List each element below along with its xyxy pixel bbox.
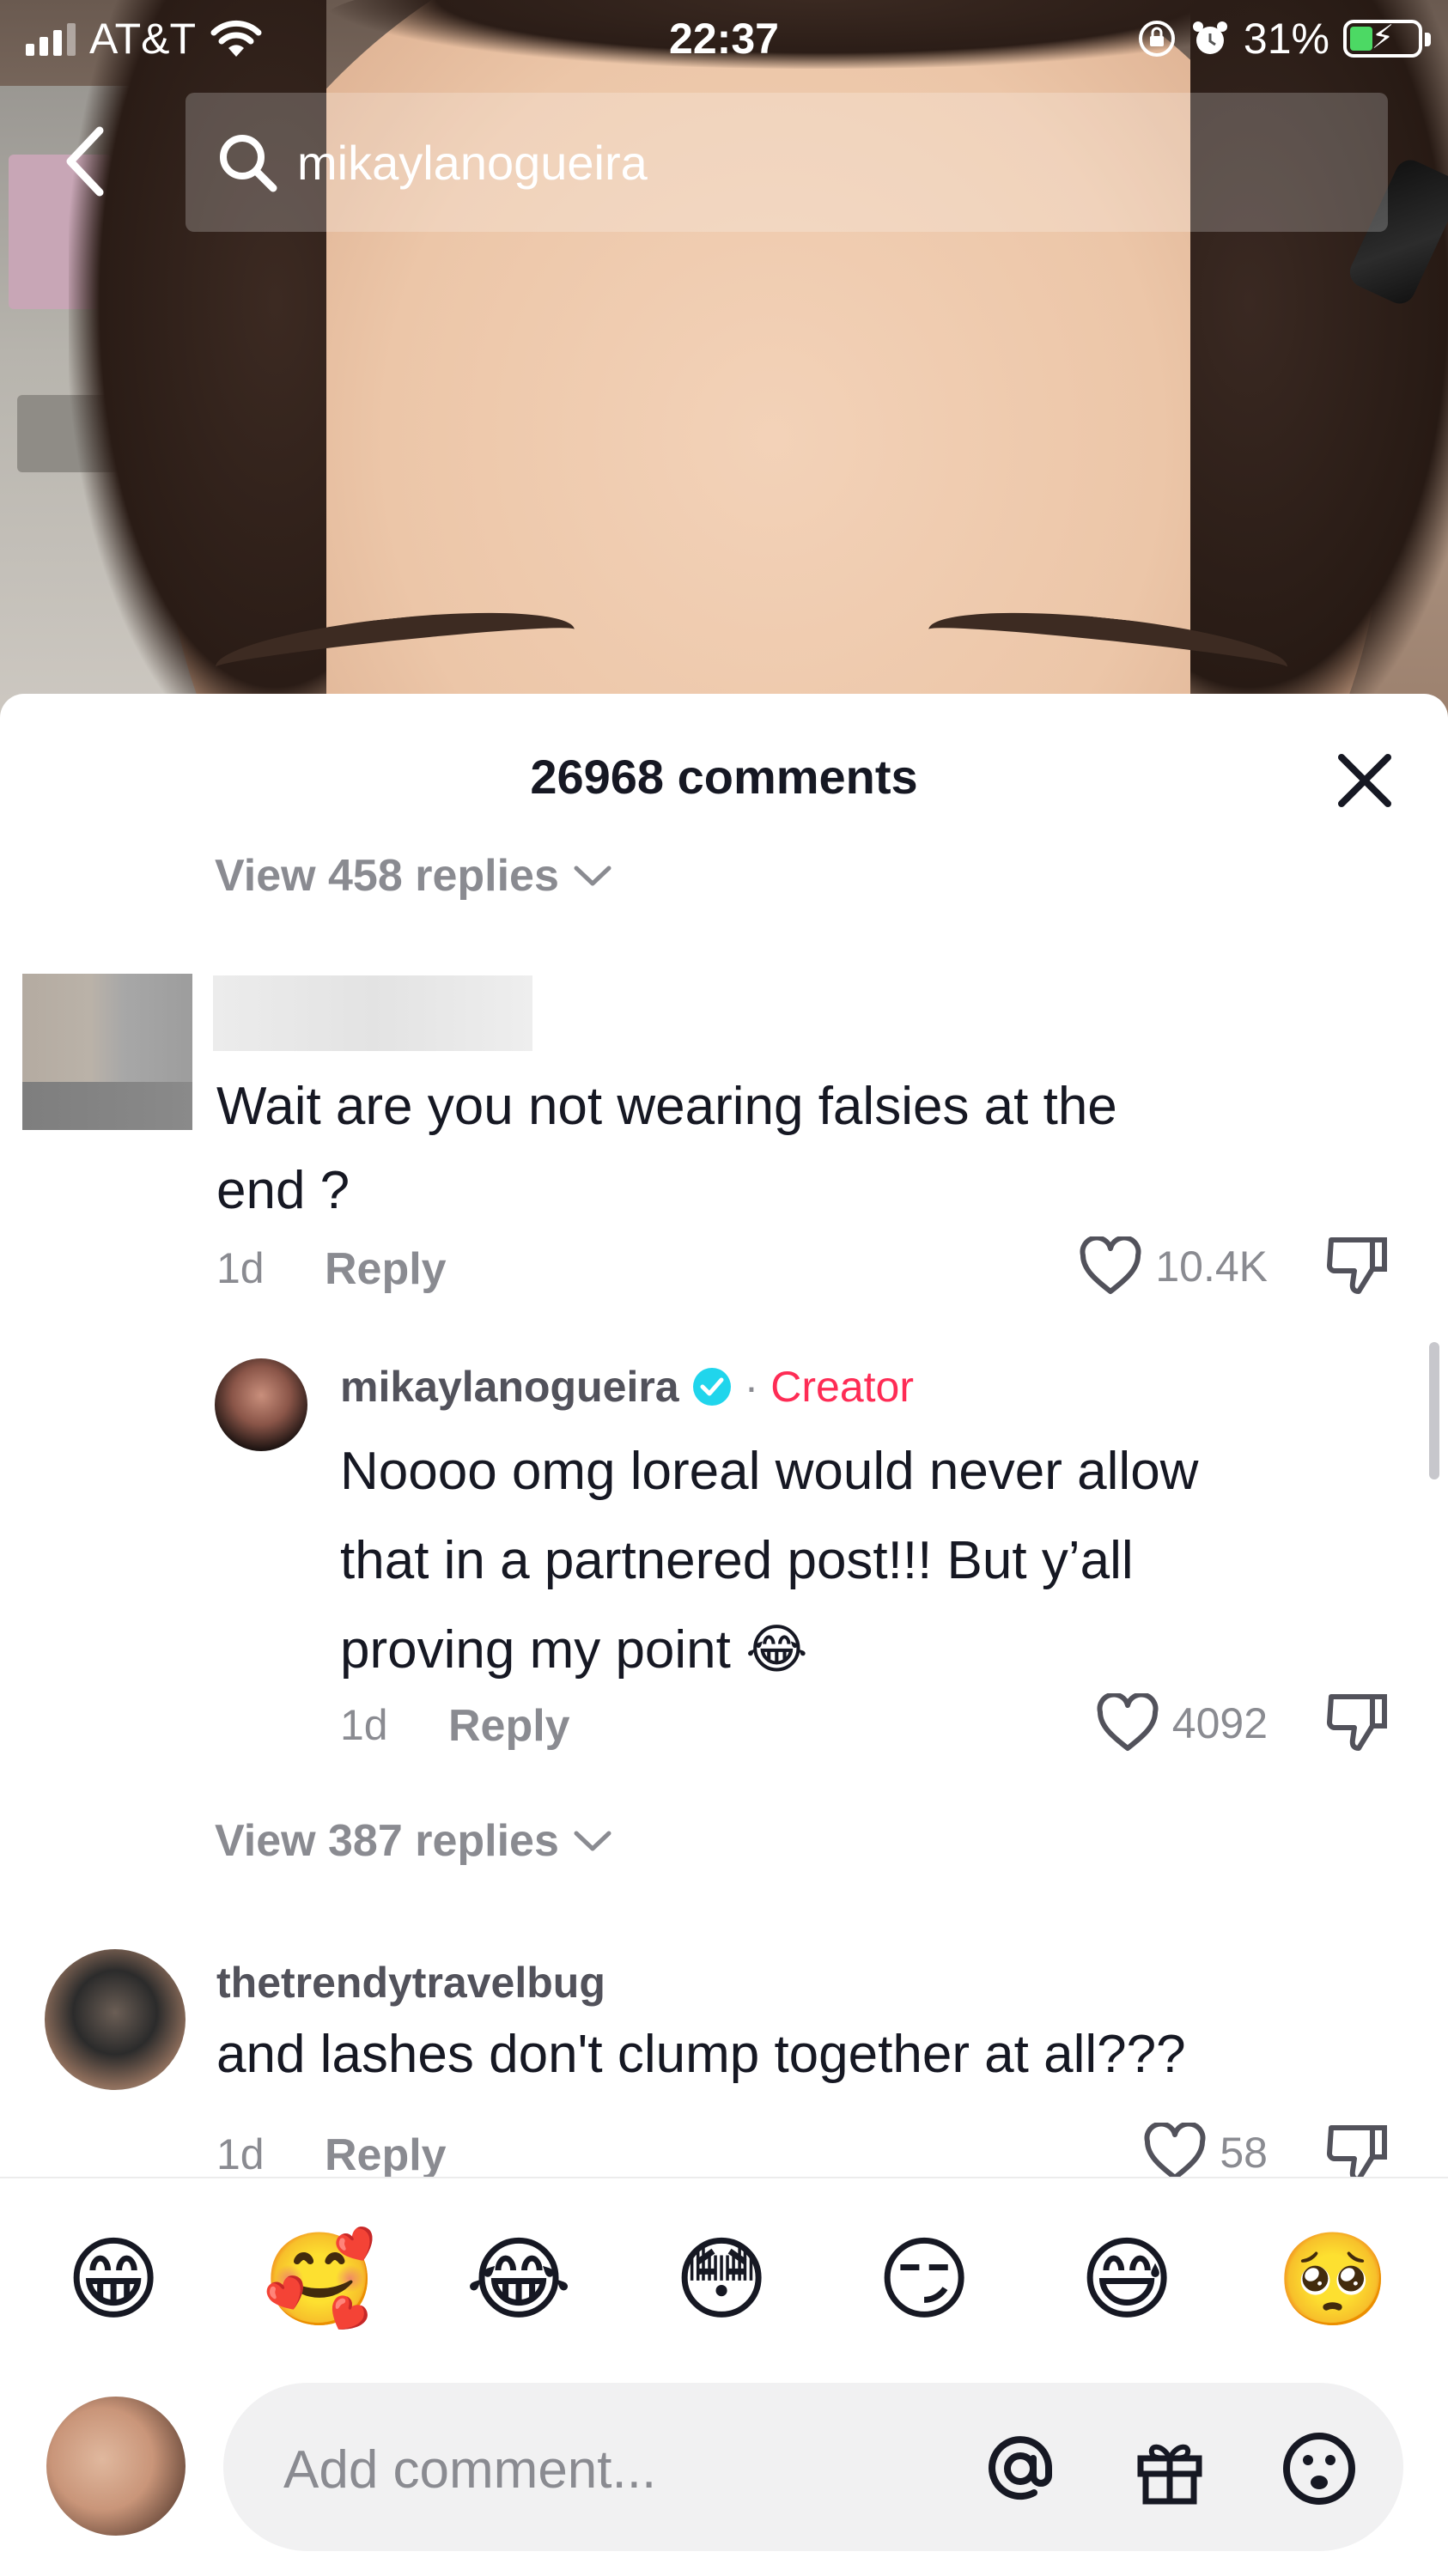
like-button[interactable]: 58 [1142,2123,1268,2183]
like-button[interactable]: 4092 [1095,1693,1268,1753]
scroll-indicator[interactable] [1429,1342,1439,1479]
emoji-smiling-hearts[interactable]: 🥰 [263,2227,376,2333]
comments-header: 26968 comments [0,728,1448,823]
input-placeholder: Add comment... [283,2440,657,2500]
reply-text: Noooo omg loreal would never allow that … [340,1442,1199,1680]
verified-badge-icon [692,1368,731,1406]
creator-header: mikaylanogueira · Creator [340,1362,914,1412]
emoji-flushed[interactable]: 😳 [668,2227,775,2333]
add-comment-input[interactable]: Add comment... [223,2383,1403,2551]
creator-avatar[interactable] [215,1358,307,1451]
chevron-down-icon [574,866,611,886]
separator-dot: · [744,1363,759,1411]
avatar[interactable] [22,974,192,1130]
username[interactable]: thetrendytravelbug [216,1958,605,2008]
reply-time: 1d [340,1701,388,1749]
comment-input-bar: Add comment... [0,2348,1448,2576]
view-replies-label: View 387 replies [215,1816,559,1866]
comment-time: 1d [216,1244,265,1292]
rotation-lock-icon [1138,21,1175,57]
heart-icon [1144,2123,1206,2180]
emoji-picker-icon[interactable] [1278,2427,1360,2510]
view-replies-label: View 458 replies [215,851,559,901]
close-icon[interactable] [1333,749,1396,812]
creator-label: Creator [770,1363,914,1411]
comment-time: 1d [216,2130,265,2178]
heart-icon [1097,1693,1159,1751]
like-button[interactable]: 10.4K [1078,1236,1268,1297]
my-avatar[interactable] [46,2397,186,2536]
heart-icon [1080,1236,1141,1294]
reply-button[interactable]: Reply [325,2129,447,2181]
chevron-down-icon [574,1831,611,1851]
username-blurred[interactable] [213,975,532,1051]
emoji-pleading[interactable]: 🥺 [1276,2227,1390,2333]
comments-count: 26968 comments [530,750,918,804]
dislike-icon[interactable] [1324,1690,1390,1755]
battery-percent: 31% [1243,15,1329,63]
reply-button[interactable]: Reply [325,1243,447,1295]
comment-text: and lashes don't clump together at all??… [216,2025,1186,2084]
mention-icon[interactable] [979,2427,1062,2510]
emoji-sweat-smile[interactable]: 😅 [1074,2227,1180,2333]
emoji-grin[interactable]: 😁 [60,2227,167,2333]
laughing-emoji: 😂 [745,1620,808,1680]
emoji-bar: 😁 🥰 😂 😳 😏 😅 🥺 [0,2177,1448,2348]
dislike-icon[interactable] [1324,1233,1390,1298]
search-bar[interactable]: mikaylanogueira [186,93,1388,232]
username[interactable]: mikaylanogueira [340,1362,679,1412]
avatar[interactable] [45,1949,186,2090]
back-arrow-icon[interactable] [60,120,112,203]
gift-icon[interactable] [1129,2427,1211,2510]
battery-charging-icon: ⚡ [1343,20,1431,58]
emoji-smirk[interactable]: 😏 [871,2227,977,2333]
view-replies-button[interactable]: View 387 replies [215,1815,612,1867]
view-replies-button[interactable]: View 458 replies [215,850,612,902]
like-count: 10.4K [1155,1242,1268,1291]
comment-text: Wait are you not wearing falsies at the … [216,1077,1117,1220]
emoji-tears-of-joy[interactable]: 😂 [465,2227,572,2333]
alarm-icon [1192,21,1227,54]
status-bar: AT&T 22:37 31% ⚡ [0,0,1448,82]
reply-button[interactable]: Reply [448,1700,570,1752]
search-query: mikaylanogueira [297,135,648,190]
like-count: 58 [1220,2129,1268,2177]
search-icon [220,135,277,192]
like-count: 4092 [1171,1699,1268,1747]
